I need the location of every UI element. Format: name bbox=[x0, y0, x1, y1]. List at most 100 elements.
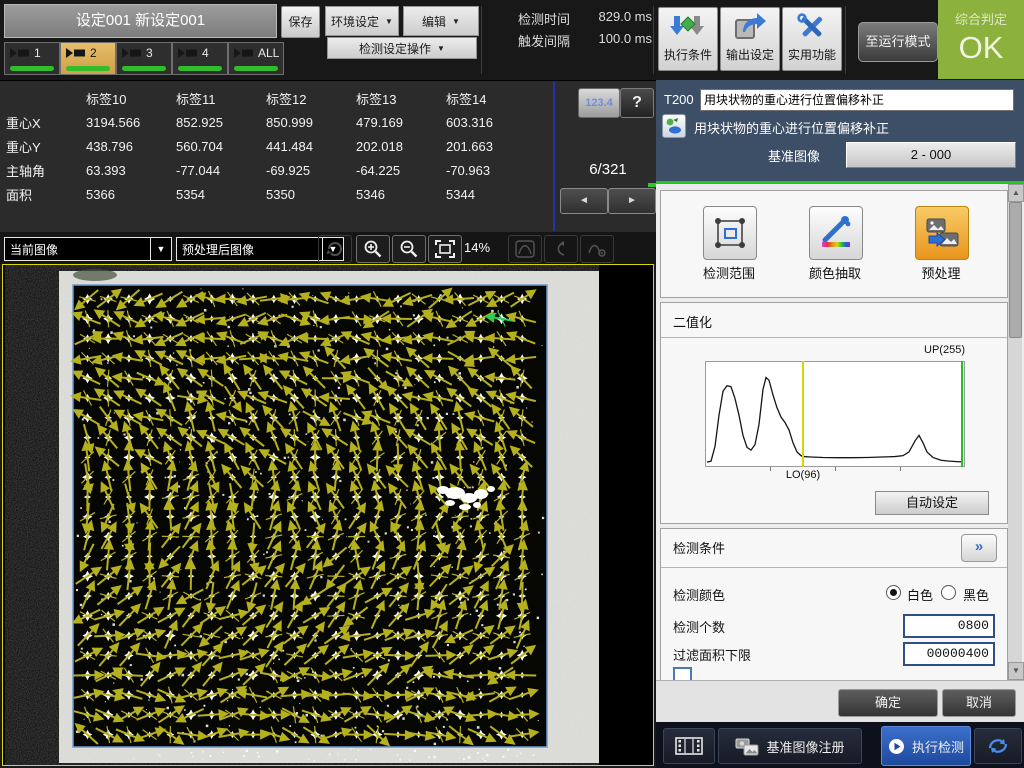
trigger-interval-label: 触发间隔 bbox=[518, 31, 570, 50]
color-extract-button[interactable] bbox=[809, 206, 863, 260]
pager-next-button[interactable]: ► bbox=[608, 188, 656, 214]
scene-tab-3[interactable]: 3 bbox=[116, 42, 172, 75]
table-cell: 5366 bbox=[86, 182, 176, 206]
detect-count-input[interactable]: 0800 bbox=[903, 614, 995, 638]
table-cell: 201.663 bbox=[446, 134, 538, 158]
table-cell: -69.925 bbox=[266, 158, 356, 182]
scene-tab-ALL[interactable]: ALL bbox=[228, 42, 284, 75]
row-label: 重心X bbox=[6, 110, 86, 134]
fit-screen-button[interactable] bbox=[428, 235, 462, 263]
white-blob bbox=[487, 486, 495, 492]
flag-icon bbox=[66, 48, 86, 58]
expand-button[interactable]: » bbox=[961, 534, 997, 562]
settings-scroll-area: 检测范围 颜色抽取 bbox=[656, 184, 1024, 680]
trigger-interval-value: 100.0 ms bbox=[590, 31, 652, 46]
chevron-down-icon: ▼ bbox=[452, 17, 460, 26]
flag-icon bbox=[178, 48, 198, 58]
measure-time-label: 检测时间 bbox=[518, 9, 570, 28]
black-label: 黑色 bbox=[963, 585, 989, 604]
row-label: 主轴角 bbox=[6, 158, 86, 182]
camera-image-with-detection-overlay bbox=[3, 265, 653, 765]
chevron-down-icon: ▼ bbox=[150, 238, 171, 260]
white-radio[interactable] bbox=[886, 585, 901, 600]
output-settings-icon bbox=[721, 8, 779, 46]
flag-icon bbox=[234, 48, 254, 58]
table-cell: 5350 bbox=[266, 182, 356, 206]
white-blob bbox=[445, 500, 455, 506]
region-icon bbox=[711, 214, 749, 252]
vision-system-window: 设定001 新设定001 保存 环境设定 ▼ 编辑 ▼ 检测设定操作 ▼ 123… bbox=[0, 0, 1024, 768]
image-viewport[interactable] bbox=[2, 264, 654, 766]
utility-button[interactable]: 实用功能 bbox=[782, 7, 842, 71]
output-settings-button[interactable]: 输出设定 bbox=[720, 7, 780, 71]
help-button[interactable]: ? bbox=[620, 88, 654, 118]
scene-tab-4[interactable]: 4 bbox=[172, 42, 228, 75]
cancel-button[interactable]: 取消 bbox=[942, 689, 1016, 717]
eyedropper-icon bbox=[817, 214, 855, 252]
panel-scrollbar[interactable]: ▲ ▼ bbox=[1008, 184, 1022, 680]
auto-set-button[interactable]: 自动设定 bbox=[875, 491, 989, 515]
results-table: 标签10标签11标签12标签13标签14重心X3194.566852.92585… bbox=[6, 86, 538, 206]
white-blob bbox=[437, 486, 449, 494]
result-pager: 6/321 bbox=[566, 161, 650, 178]
exec-condition-icon bbox=[659, 8, 717, 46]
lower-threshold-line[interactable] bbox=[802, 361, 804, 467]
min-area-input[interactable]: 00000400 bbox=[903, 642, 995, 666]
table-cell: 441.484 bbox=[266, 134, 356, 158]
utility-icon bbox=[783, 8, 841, 46]
table-cell: -64.225 bbox=[356, 158, 446, 182]
edit-menu[interactable]: 编辑 ▼ bbox=[403, 6, 479, 36]
to-run-mode-button[interactable]: 至运行模式 bbox=[858, 22, 938, 62]
row-label: 面积 bbox=[6, 182, 86, 206]
black-radio[interactable] bbox=[941, 585, 956, 600]
table-cell: 850.999 bbox=[266, 110, 356, 134]
table-corner bbox=[6, 86, 86, 110]
table-cell: 5344 bbox=[446, 182, 538, 206]
position-list-icon bbox=[544, 235, 578, 263]
tool-buttons-panel: 检测范围 颜色抽取 bbox=[660, 190, 1008, 298]
zoom-out-button[interactable] bbox=[392, 235, 426, 263]
filter-checkbox[interactable] bbox=[673, 667, 692, 680]
white-label: 白色 bbox=[907, 585, 933, 604]
detect-condition-title: 检测条件 bbox=[673, 538, 725, 557]
tab-status-bar bbox=[122, 66, 166, 71]
scroll-down-button[interactable]: ▼ bbox=[1008, 662, 1024, 680]
scene-tab-2[interactable]: 2 bbox=[60, 42, 116, 75]
unit-description: 用块状物的重心进行位置偏移补正 bbox=[694, 118, 889, 137]
numeric-display-button[interactable]: 123.4 bbox=[578, 88, 620, 118]
measure-settings-menu[interactable]: 检测设定操作 ▼ bbox=[327, 37, 477, 59]
detect-region-label: 检测范围 bbox=[679, 263, 779, 282]
unit-name-input[interactable]: 用块状物的重心进行位置偏移补正 bbox=[700, 89, 1014, 111]
divider bbox=[481, 6, 482, 74]
detect-region-button[interactable] bbox=[703, 206, 757, 260]
scroll-up-button[interactable]: ▲ bbox=[1008, 184, 1024, 202]
exec-condition-button[interactable]: 执行条件 bbox=[658, 7, 718, 71]
gray-histogram bbox=[706, 362, 964, 466]
save-button[interactable]: 保存 bbox=[281, 6, 320, 38]
divider bbox=[661, 337, 1007, 338]
register-reference-image-button[interactable]: 基准图像注册 bbox=[718, 728, 862, 764]
unit-settings-panel: T200 用块状物的重心进行位置偏移补正 用块状物的重心进行位置偏移补正 基准图… bbox=[656, 80, 1024, 768]
reference-image-value[interactable]: 2 - 000 bbox=[846, 142, 1016, 168]
zoom-in-button[interactable] bbox=[356, 235, 390, 263]
results-area: 标签10标签11标签12标签13标签14重心X3194.566852.92585… bbox=[0, 81, 656, 232]
tab-status-bar bbox=[10, 66, 54, 71]
preprocess-button[interactable] bbox=[915, 206, 969, 260]
top-bar: 设定001 新设定001 保存 环境设定 ▼ 编辑 ▼ 检测设定操作 ▼ 123… bbox=[0, 0, 1024, 81]
flag-icon bbox=[122, 48, 142, 58]
unit-type-icon bbox=[662, 114, 686, 138]
image-source-select[interactable]: 当前图像 ▼ bbox=[4, 237, 172, 261]
upper-threshold-line[interactable] bbox=[961, 361, 963, 467]
scene-tab-1[interactable]: 1 bbox=[4, 42, 60, 75]
run-measure-button[interactable]: 执行检测 bbox=[881, 726, 971, 766]
tab-status-bar bbox=[178, 66, 222, 71]
pager-prev-button[interactable]: ◄ bbox=[560, 188, 608, 214]
column-header: 标签10 bbox=[86, 86, 176, 110]
column-header: 标签14 bbox=[446, 86, 538, 110]
table-cell: 3194.566 bbox=[86, 110, 176, 134]
ok-button[interactable]: 确定 bbox=[838, 689, 938, 717]
environment-menu[interactable]: 环境设定 ▼ bbox=[325, 6, 399, 36]
continuous-measure-button[interactable] bbox=[974, 728, 1022, 764]
scroll-thumb[interactable] bbox=[1009, 202, 1022, 338]
film-strip-button[interactable] bbox=[663, 728, 715, 764]
